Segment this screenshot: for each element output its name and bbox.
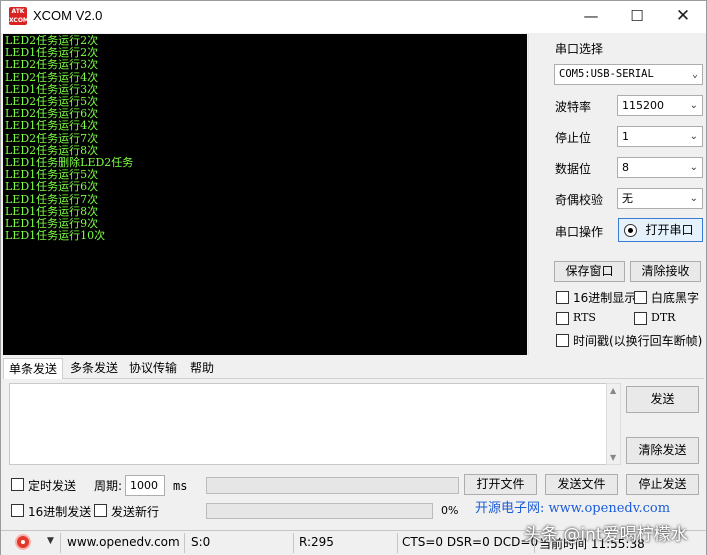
parity-select[interactable]: 无 ⌄ [617,188,703,209]
maximize-icon: ☐ [630,7,644,25]
status-divider [184,533,185,553]
clear-send-button[interactable]: 清除发送 [626,437,699,464]
data-bits-value: 8 [622,161,629,174]
tab-protocol[interactable]: 协议传输 [125,358,181,379]
receive-line: LED1任务运行6次 [5,180,99,194]
timestamp-checkbox[interactable] [556,334,569,347]
period-label: 周期: [94,479,123,493]
receive-line: LED1任务运行10次 [5,229,106,243]
open-port-label: 打开串口 [645,223,694,237]
baud-select[interactable]: 115200 ⌄ [617,95,703,116]
xcom-window: ATK XCOM XCOM V2.0 — ☐ ✕ LED2任务运行2次 LED1任… [0,0,707,555]
period-unit: ms [173,479,188,493]
timed-send-label: 定时发送 [28,479,77,493]
watermark: 头条 @int爱喝柠檬水 [524,525,688,545]
progress-percent: 0% [441,504,459,517]
chevron-down-icon: ⌄ [689,193,698,204]
receive-line: LED1任务运行4次 [5,119,99,133]
receive-area[interactable]: LED2任务运行2次 LED1任务运行2次 LED2任务运行3次 LED2任务运行4次… [3,34,527,355]
record-icon[interactable] [15,534,31,550]
stop-bits-label: 停止位 [555,131,592,145]
port-select-value: COM5:USB-SERIAL [559,68,654,80]
period-input[interactable]: 1000 [125,475,165,496]
port-label: 串口选择 [555,42,604,56]
stop-bits-value: 1 [622,130,629,143]
status-sent-count: S:0 [191,535,211,549]
white-bg-checkbox[interactable] [634,291,647,304]
port-select[interactable]: COM5:USB-SERIAL ⌄ [554,64,703,85]
parity-label: 奇偶校验 [555,193,604,207]
window-title: XCOM V2.0 [33,8,103,23]
timestamp-label: 时间戳(以换行回车断帧) [573,334,703,348]
rts-checkbox[interactable] [556,312,569,325]
send-button[interactable]: 发送 [626,386,699,413]
send-scrollbar[interactable]: ▲ ▼ [606,383,621,465]
status-divider [293,533,294,553]
newline-label: 发送新行 [111,505,160,519]
newline-checkbox[interactable] [94,504,107,517]
port-status-icon [624,224,637,237]
data-bits-label: 数据位 [555,162,592,176]
chevron-down-icon: ⌄ [689,162,698,173]
send-progress-bar [206,503,433,519]
site-link[interactable]: 开源电子网: www.openedv.com [469,499,703,521]
send-file-button[interactable]: 发送文件 [545,474,618,495]
chevron-down-icon[interactable]: ▼ [47,536,54,546]
file-path-field [206,477,459,494]
close-icon: ✕ [675,6,691,26]
status-divider [60,533,61,553]
receive-line: LED2任务运行4次 [5,70,99,84]
white-bg-label: 白底黑字 [651,291,700,305]
tab-single-send[interactable]: 单条发送 [3,358,63,379]
chevron-down-icon: ⌄ [689,100,698,111]
receive-scrollbar[interactable] [528,34,542,355]
tab-multi-send[interactable]: 多条发送 [66,358,122,379]
chevron-down-icon: ⌄ [691,69,698,80]
status-url[interactable]: www.openedv.com [67,535,180,549]
data-bits-select[interactable]: 8 ⌄ [617,157,703,178]
status-divider [397,533,398,553]
app-logo-icon: ATK XCOM [9,7,27,25]
send-input[interactable] [9,383,607,465]
tab-help[interactable]: 帮助 [185,358,219,379]
receive-line: LED2任务运行3次 [5,58,99,72]
dtr-checkbox[interactable] [634,312,647,325]
hex-send-label: 16进制发送 [28,505,92,519]
logo-text-bottom: XCOM [9,17,27,24]
parity-value: 无 [622,192,633,205]
logo-text-top: ATK [11,8,25,15]
clear-receive-button[interactable]: 清除接收 [630,261,701,282]
maximize-button[interactable]: ☐ [614,1,660,33]
chevron-down-icon: ⌄ [689,131,698,142]
rts-label: RTS [573,311,596,324]
scroll-up-icon[interactable]: ▲ [610,386,616,395]
receive-line: LED2任务运行7次 [5,131,99,145]
baud-select-value: 115200 [622,99,664,112]
close-button[interactable]: ✕ [660,1,706,33]
minimize-icon: — [583,7,599,25]
save-window-button[interactable]: 保存窗口 [554,261,625,282]
hex-send-checkbox[interactable] [11,504,24,517]
stop-send-button[interactable]: 停止发送 [626,474,699,495]
dtr-label: DTR [651,311,676,324]
timed-send-checkbox[interactable] [11,478,24,491]
title-bar[interactable]: ATK XCOM XCOM V2.0 — ☐ ✕ [1,1,706,33]
receive-line: LED1任务运行7次 [5,192,99,206]
stop-bits-select[interactable]: 1 ⌄ [617,126,703,147]
status-received-count: R:295 [299,535,334,549]
open-port-button[interactable]: 打开串口 [618,218,703,242]
open-file-button[interactable]: 打开文件 [464,474,537,495]
port-op-label: 串口操作 [555,225,604,239]
hex-display-checkbox[interactable] [556,291,569,304]
hex-display-label: 16进制显示 [573,291,637,305]
minimize-button[interactable]: — [568,1,614,33]
status-lines: CTS=0 DSR=0 DCD=0 [402,535,539,549]
scroll-down-icon[interactable]: ▼ [610,453,616,462]
baud-label: 波特率 [555,100,592,114]
